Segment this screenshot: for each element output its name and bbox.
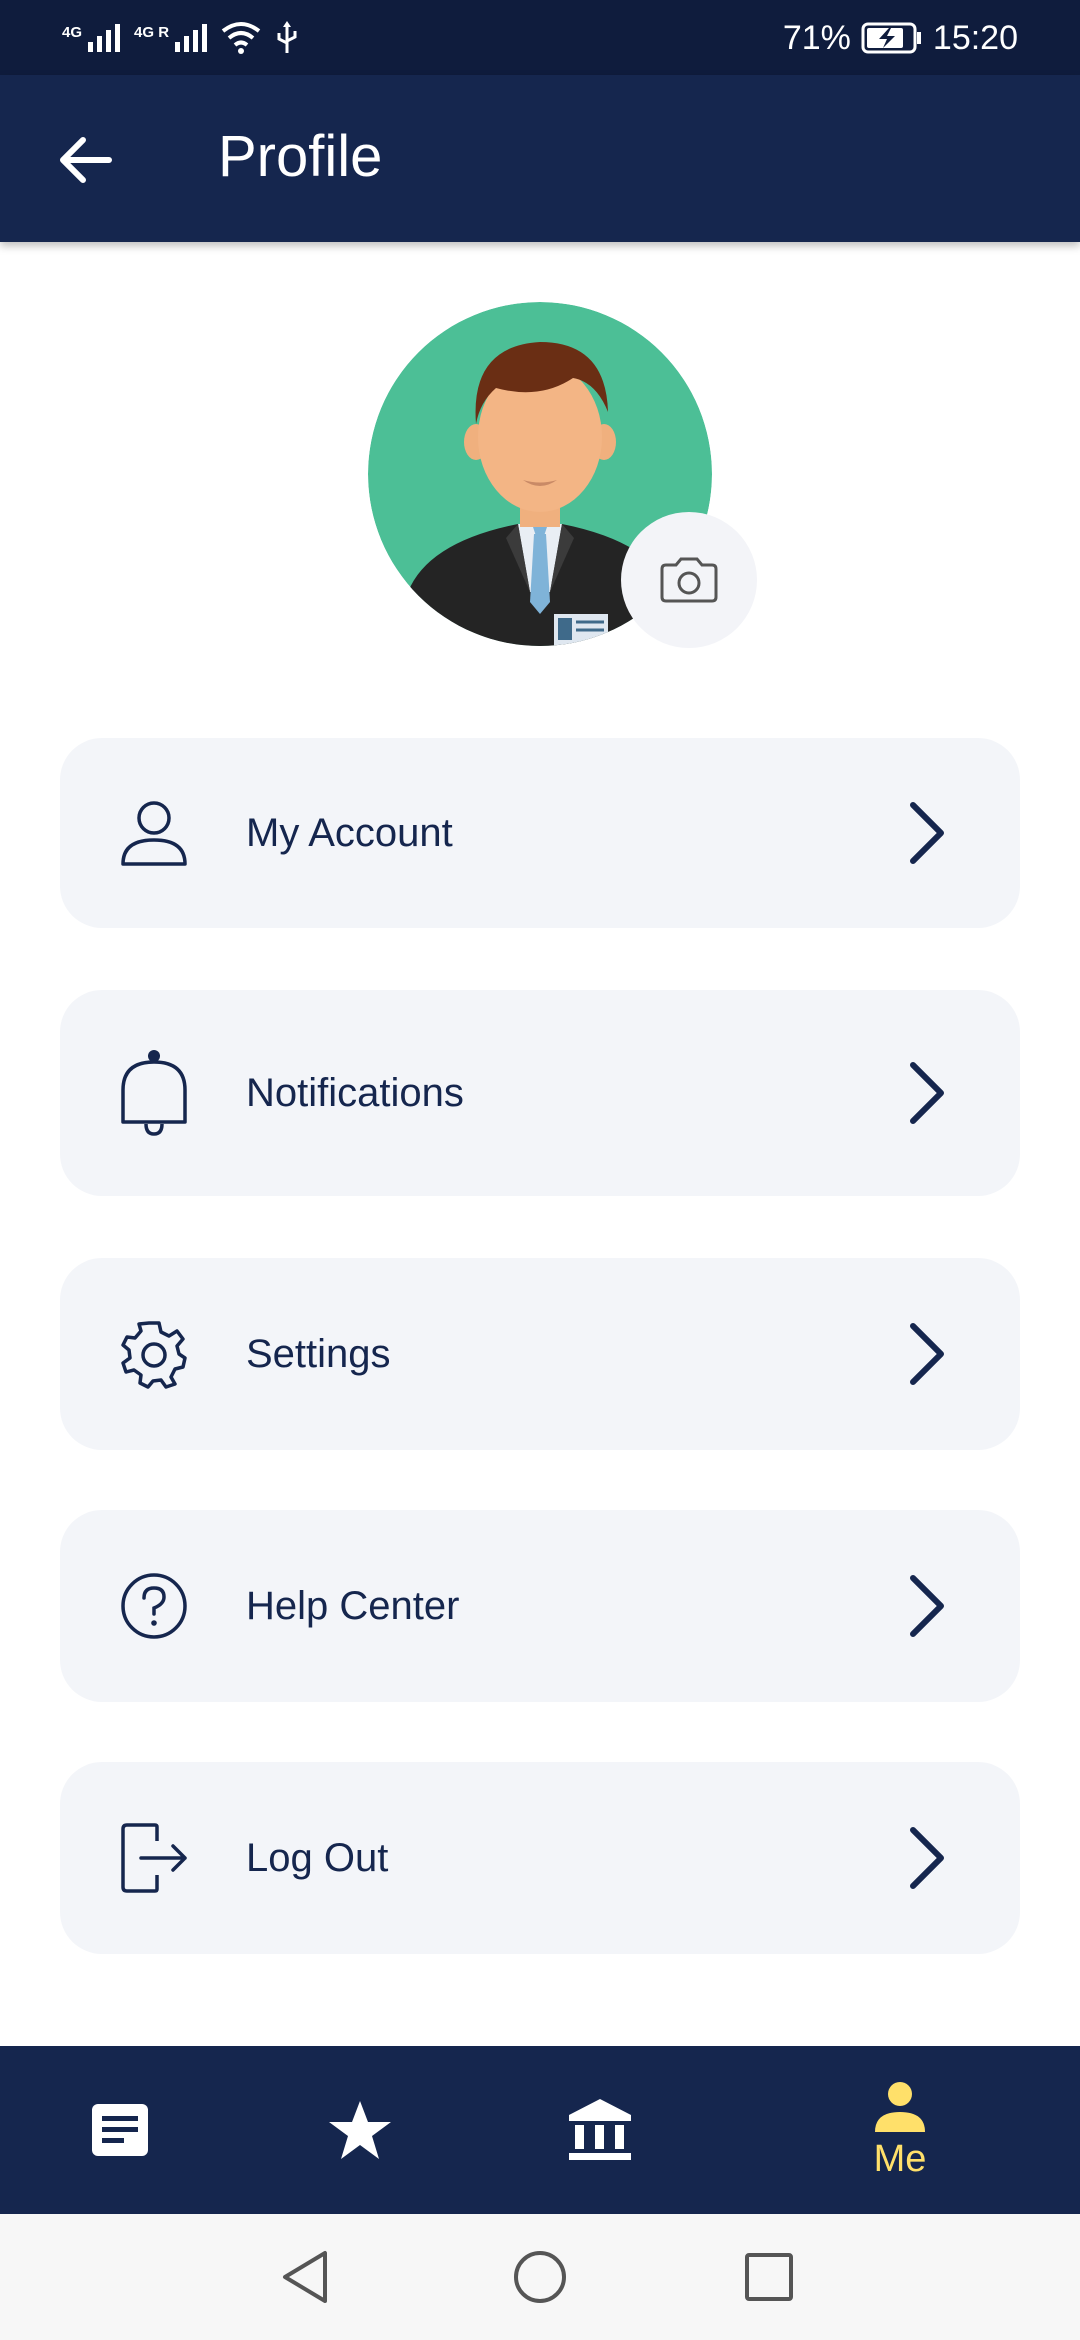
nav-item-bank[interactable] [520,2046,680,2214]
menu-item-label: Notifications [246,1070,464,1115]
star-icon [329,2101,391,2159]
chevron-right-icon [902,1319,952,1389]
menu-item-notifications[interactable]: Notifications [60,990,1020,1196]
system-back-button[interactable] [272,2242,342,2312]
nav-item-favorites[interactable] [280,2046,440,2214]
battery-charging-icon [861,22,921,54]
menu-item-label: My Account [246,810,453,855]
menu-item-settings[interactable]: Settings [60,1258,1020,1450]
clock: 15:20 [932,18,1018,57]
chevron-right-icon [902,1571,952,1641]
app-bar: Profile [0,75,1080,242]
menu-item-label: Settings [246,1331,391,1376]
bell-icon [118,1050,190,1136]
chevron-right-icon [902,798,952,868]
logout-icon [118,1822,190,1894]
triangle-back-icon [283,2251,327,2303]
circle-home-icon [514,2251,566,2303]
person-icon [875,2081,925,2132]
system-recents-button[interactable] [734,2242,804,2312]
battery-percent: 71% [782,18,851,57]
chevron-right-icon [902,1058,952,1128]
system-navigation-bar [0,2214,1080,2340]
usb-icon [277,21,297,53]
status-right: 71% 15:20 [783,16,1018,60]
wifi-icon [221,22,261,54]
menu-item-help-center[interactable]: Help Center [60,1510,1020,1702]
profile-avatar-section [368,302,757,648]
camera-icon [660,557,718,603]
chevron-right-icon [902,1823,952,1893]
square-recents-icon [745,2253,793,2301]
user-icon [118,797,190,869]
bottom-navigation: Me [0,2046,1080,2214]
status-indicators: 4G 4G R [62,16,299,60]
menu-item-label: Help Center [246,1583,460,1628]
back-button[interactable] [50,125,120,195]
page-title: Profile [218,124,383,189]
arrow-left-icon [60,137,112,183]
network-type-1: 4G [62,24,83,41]
nav-item-me[interactable]: Me [820,2046,980,2214]
status-bar: 4G 4G R 71% 15:20 [0,0,1080,75]
help-circle-icon [118,1570,190,1642]
document-icon [92,2104,148,2156]
system-home-button[interactable] [505,2242,575,2312]
menu-item-my-account[interactable]: My Account [60,738,1020,928]
signal-1: 4G [62,24,121,52]
network-type-2: 4G R [134,24,170,41]
change-photo-button[interactable] [621,512,757,648]
gear-icon [118,1318,190,1390]
nav-label-me: Me [873,2137,927,2180]
menu-item-label: Log Out [246,1835,389,1880]
signal-2: 4G R [134,24,208,52]
bank-icon [569,2099,631,2160]
nav-item-documents[interactable] [40,2046,200,2214]
menu-item-log-out[interactable]: Log Out [60,1762,1020,1954]
